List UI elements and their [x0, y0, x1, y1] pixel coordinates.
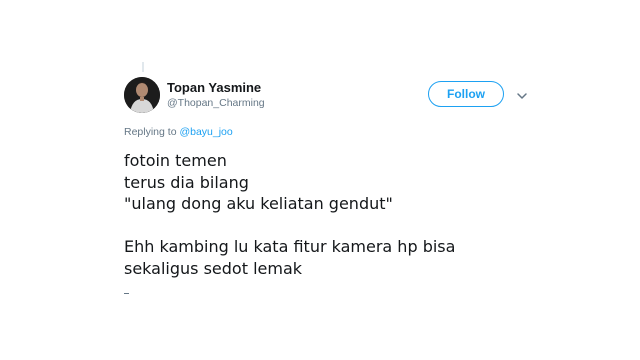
chevron-down-icon[interactable]	[516, 91, 528, 101]
replying-to-prefix: Replying to	[124, 126, 177, 138]
thread-connector-line	[142, 62, 144, 72]
follow-button[interactable]: Follow	[428, 81, 504, 107]
author-info[interactable]: Topan Yasmine @Thopan_Charming	[167, 81, 265, 109]
tweet-text-line: "ulang dong aku keliatan gendut"	[124, 194, 393, 213]
tweet-text: fotoin temen terus dia bilang "ulang don…	[124, 150, 455, 279]
avatar-photo-icon	[124, 77, 160, 113]
avatar[interactable]	[124, 77, 160, 113]
truncation-mark	[124, 293, 129, 294]
author-display-name[interactable]: Topan Yasmine	[167, 81, 265, 94]
author-handle[interactable]: @Thopan_Charming	[167, 98, 265, 109]
replying-to: Replying to @bayu_joo	[124, 126, 233, 138]
tweet-text-line: fotoin temen	[124, 151, 227, 170]
tweet-text-line: Ehh kambing lu kata fitur kamera hp bisa	[124, 237, 456, 256]
tweet-text-line: sekaligus sedot lemak	[124, 258, 303, 278]
replying-to-link[interactable]: @bayu_joo	[179, 126, 232, 138]
tweet-text-line: terus dia bilang	[124, 172, 249, 192]
